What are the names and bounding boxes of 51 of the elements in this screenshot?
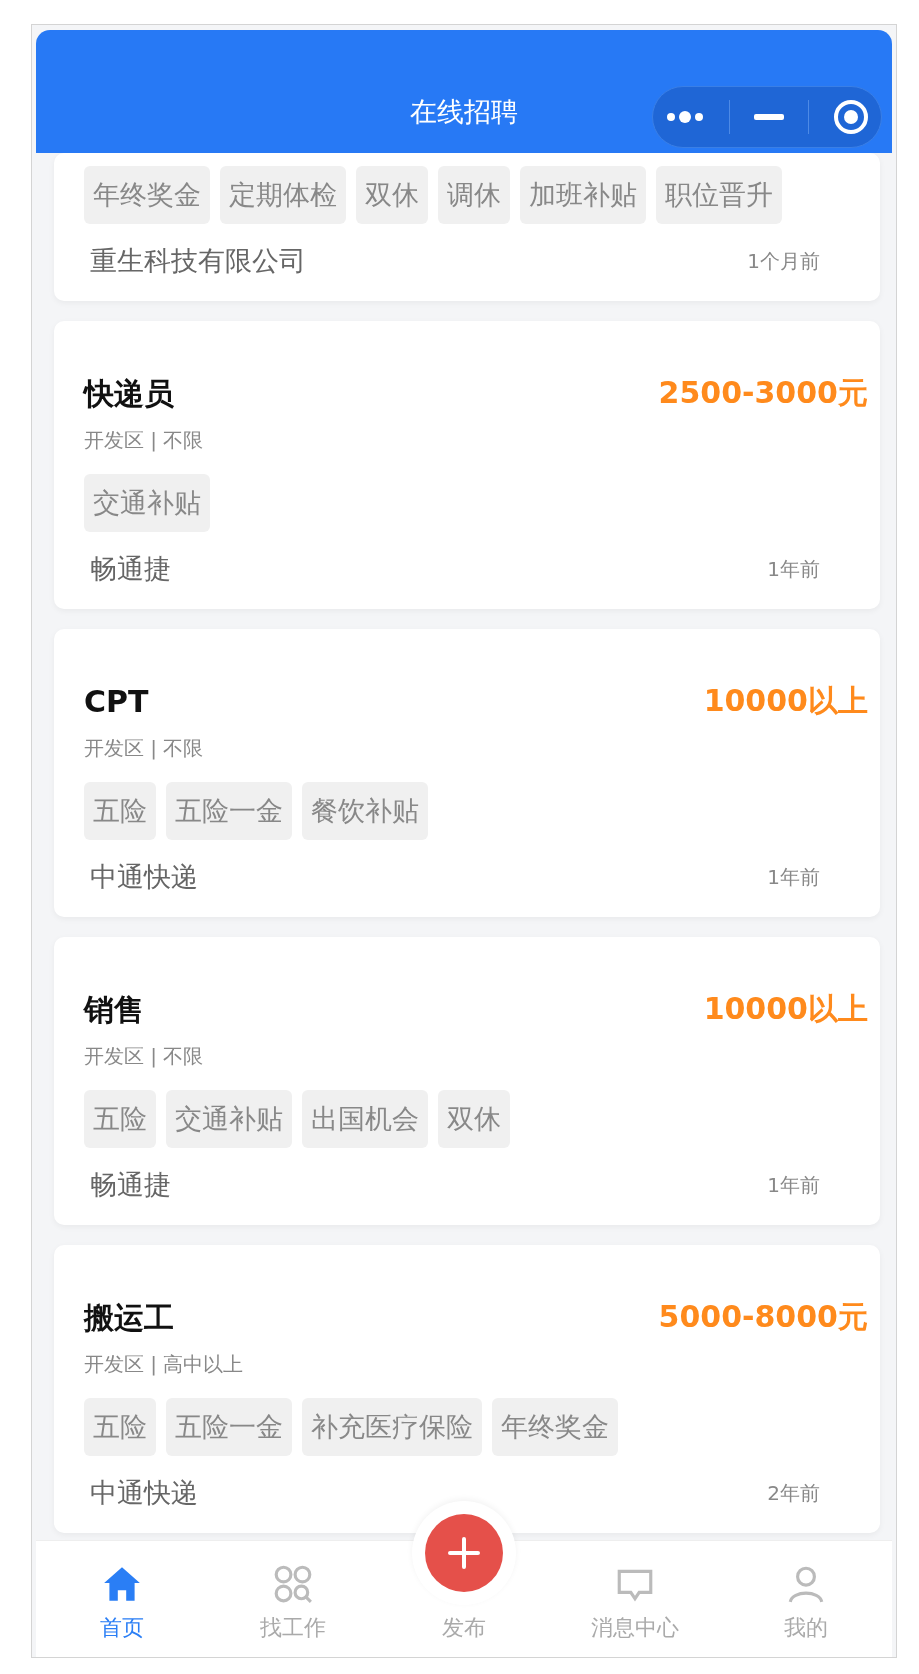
benefit-tag: 五险一金 (166, 1398, 292, 1456)
benefit-tag: 双休 (356, 166, 428, 224)
job-card[interactable]: CPT 10000以上 开发区 | 不限 五险 五险一金 餐饮补贴 中通快递 1年前 (54, 629, 880, 917)
benefit-tag: 调休 (438, 166, 510, 224)
benefit-tag: 餐饮补贴 (302, 782, 428, 840)
benefit-tag: 五险 (84, 1090, 156, 1148)
company-name: 重生科技有限公司 (90, 244, 306, 278)
publish-button[interactable] (425, 1514, 503, 1592)
post-time: 1年前 (767, 863, 820, 891)
job-location: 开发区 | 不限 (84, 428, 205, 452)
salary: 10000以上 (703, 990, 868, 1028)
job-location: 开发区 | 高中以上 (84, 1352, 245, 1376)
benefit-tag: 年终奖金 (492, 1398, 618, 1456)
job-card[interactable]: 年终奖金 定期体检 双休 调休 加班补贴 职位晋升 重生科技有限公司 1个月前 (54, 153, 880, 301)
benefit-tag: 出国机会 (302, 1090, 428, 1148)
more-icon[interactable] (665, 110, 705, 124)
benefit-tag: 职位晋升 (656, 166, 782, 224)
tab-item[interactable]: 首页 (36, 1562, 208, 1657)
company-name: 中通快递 (90, 1476, 198, 1510)
benefit-tag: 五险一金 (166, 782, 292, 840)
company-name: 畅通捷 (90, 552, 171, 586)
close-icon[interactable] (833, 99, 869, 135)
job-title: 搬运工 (84, 1299, 174, 1336)
salary: 10000以上 (703, 682, 868, 720)
benefit-tag: 年终奖金 (84, 166, 210, 224)
benefit-tag: 定期体检 (220, 166, 346, 224)
plus-icon (447, 1536, 481, 1570)
benefit-tag: 五险 (84, 1398, 156, 1456)
page-title: 在线招聘 (410, 94, 518, 129)
benefit-tag: 补充医疗保险 (302, 1398, 482, 1456)
post-time: 2年前 (767, 1479, 820, 1507)
benefit-tag: 交通补贴 (166, 1090, 292, 1148)
benefit-tag: 双休 (438, 1090, 510, 1148)
company-name: 畅通捷 (90, 1168, 171, 1202)
post-time: 1个月前 (747, 247, 820, 275)
job-title: 快递员 (84, 375, 174, 412)
job-location: 开发区 | 不限 (84, 1044, 205, 1068)
job-title: 销售 (84, 991, 144, 1028)
post-time: 1年前 (767, 1171, 820, 1199)
benefit-tag: 交通补贴 (84, 474, 210, 532)
benefit-tag: 五险 (84, 782, 156, 840)
job-card[interactable]: 销售 10000以上 开发区 | 不限 五险 交通补贴 出国机会 双休 畅通捷 1年前 (54, 937, 880, 1225)
job-card[interactable]: 快递员 2500-3000元 开发区 | 不限 交通补贴 畅通捷 1年前 (54, 321, 880, 609)
salary: 5000-8000元 (658, 1298, 868, 1336)
job-card[interactable]: 搬运工 5000-8000元 开发区 | 高中以上 五险 五险一金 补充医疗保险 年终奖金 中通快递 2年前 (54, 1245, 880, 1533)
benefit-tag: 加班补贴 (520, 166, 646, 224)
job-location: 开发区 | 不限 (84, 736, 205, 760)
company-name: 中通快递 (90, 860, 198, 894)
job-title: CPT (84, 683, 149, 720)
salary: 2500-3000元 (658, 374, 868, 412)
post-time: 1年前 (767, 555, 820, 583)
